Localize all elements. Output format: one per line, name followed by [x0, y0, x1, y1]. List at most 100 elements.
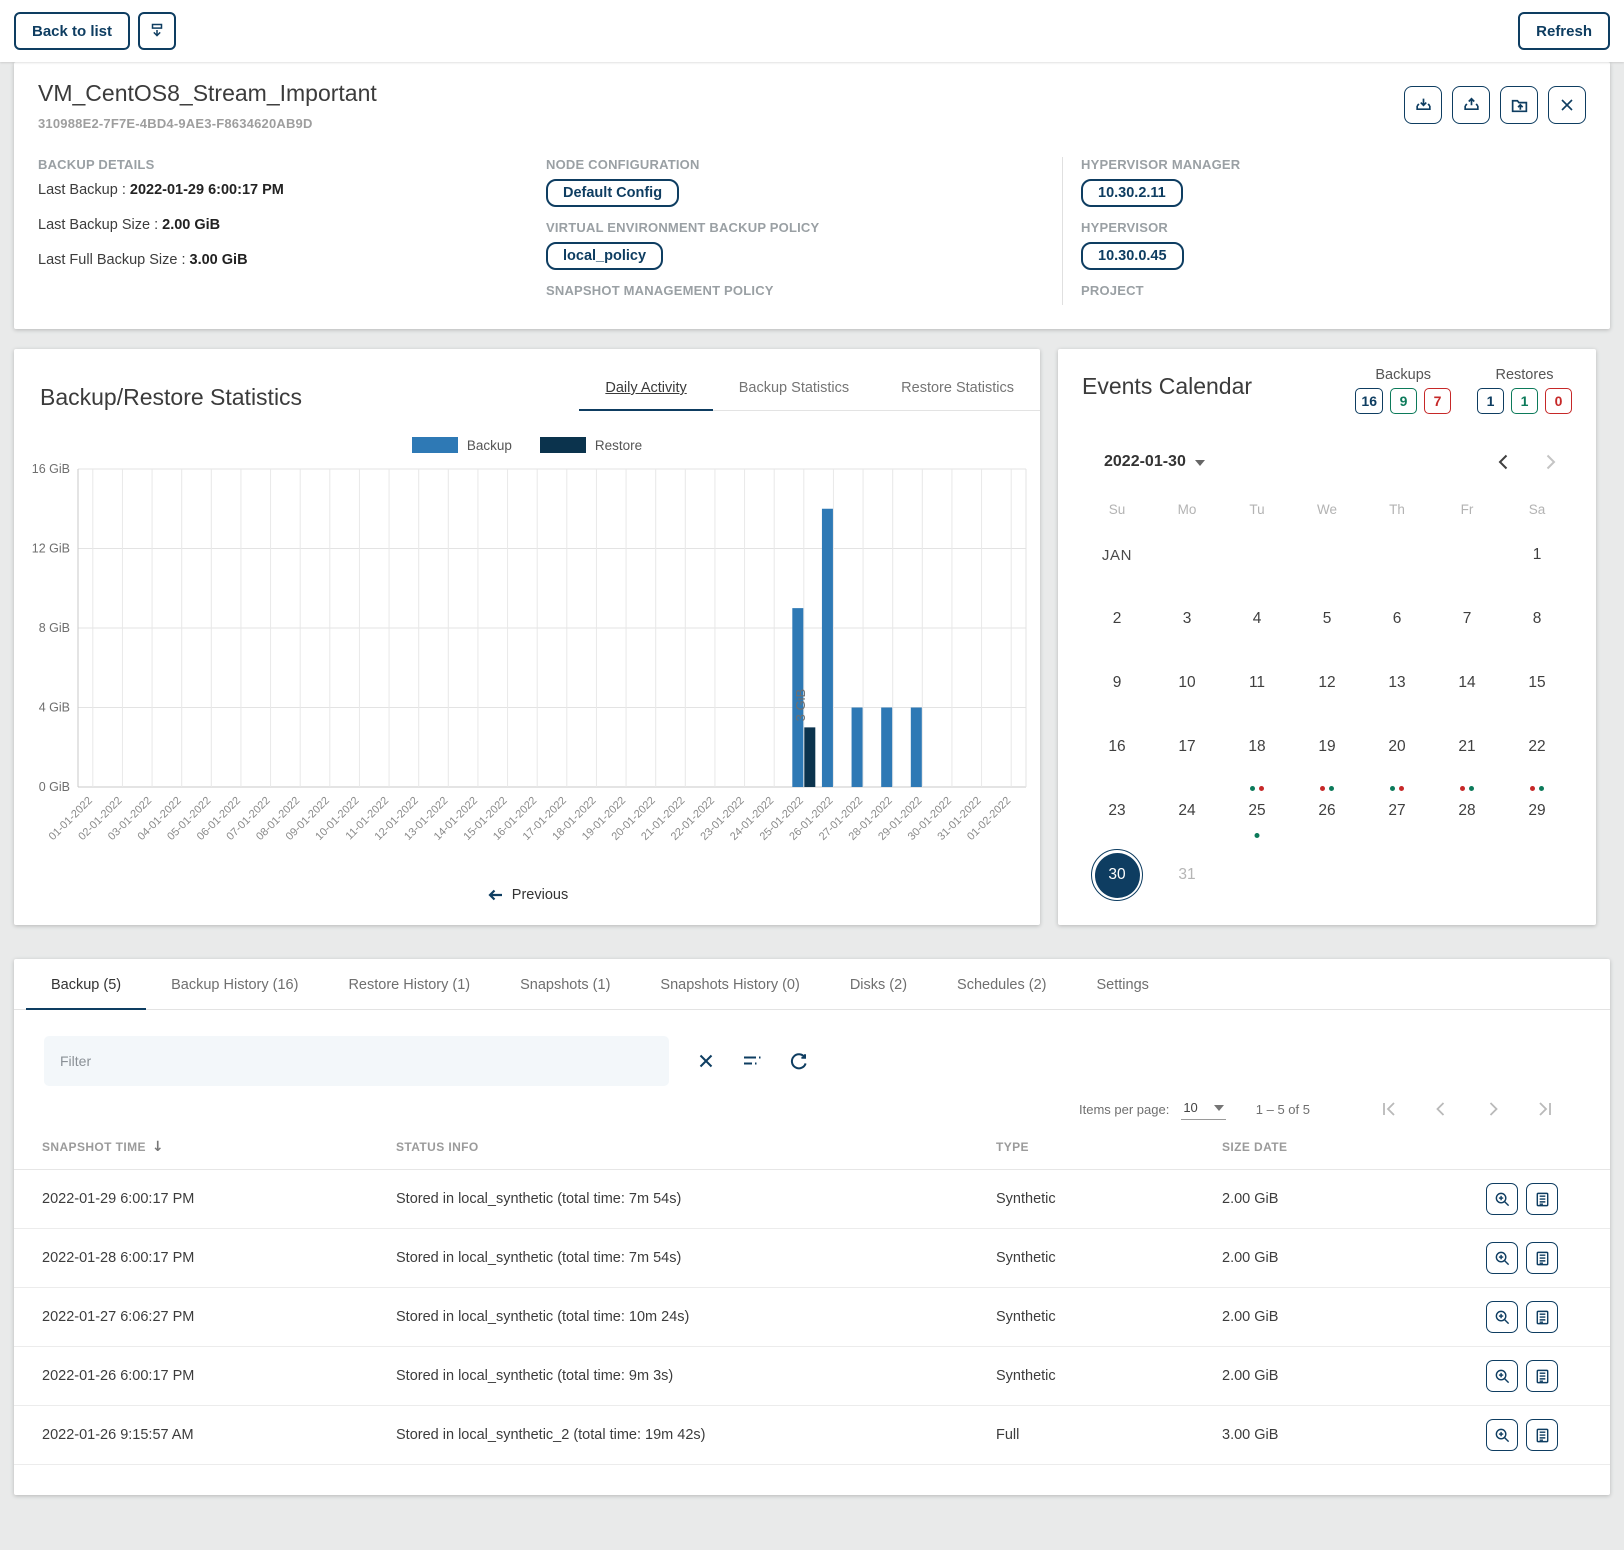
backup-details-button[interactable]	[1526, 1242, 1558, 1274]
event-dot-red	[1320, 786, 1325, 791]
report-icon	[1534, 1250, 1551, 1267]
calendar-day-29[interactable]: 29	[1502, 779, 1572, 843]
items-per-page-select[interactable]: 10	[1181, 1098, 1225, 1120]
tab-settings[interactable]: Settings	[1072, 959, 1174, 1010]
event-dots-top	[1320, 786, 1334, 791]
inspect-backup-button[interactable]	[1486, 1419, 1518, 1451]
calendar-empty-cell	[1432, 843, 1502, 907]
inspect-backup-button[interactable]	[1486, 1360, 1518, 1392]
cell-status-info: Stored in local_synthetic (total time: 7…	[396, 1191, 996, 1207]
tab-snapshots-1[interactable]: Snapshots (1)	[495, 959, 635, 1010]
tab-restore-history-1[interactable]: Restore History (1)	[323, 959, 495, 1010]
config-chip[interactable]: local_policy	[546, 242, 663, 270]
calendar-day-14[interactable]: 14	[1432, 651, 1502, 715]
chart-tab-backup-statistics[interactable]: Backup Statistics	[713, 365, 875, 411]
backup-details-button[interactable]	[1526, 1360, 1558, 1392]
first-page-button[interactable]	[1376, 1096, 1402, 1122]
calendar-day-31[interactable]: 31	[1152, 843, 1222, 907]
calendar-day-23[interactable]: 23	[1082, 779, 1152, 843]
event-dot-green	[1469, 786, 1474, 791]
calendar-day-27[interactable]: 27	[1362, 779, 1432, 843]
calendar-day-4[interactable]: 4	[1222, 587, 1292, 651]
previous-button[interactable]: Previous	[14, 887, 1040, 903]
calendar-day-22[interactable]: 22	[1502, 715, 1572, 779]
refresh-table-button[interactable]	[785, 1048, 811, 1074]
calendar-day-9[interactable]: 9	[1082, 651, 1152, 715]
counter-group-backups: Backups1697	[1355, 367, 1451, 414]
collapse-button[interactable]	[138, 12, 176, 50]
tab-schedules-2[interactable]: Schedules (2)	[932, 959, 1071, 1010]
tab-backup-history-16[interactable]: Backup History (16)	[146, 959, 323, 1010]
config-chip[interactable]: Default Config	[546, 179, 679, 207]
svg-text:8 GiB: 8 GiB	[39, 621, 70, 635]
calendar-day-8[interactable]: 8	[1502, 587, 1572, 651]
chart-tab-restore-statistics[interactable]: Restore Statistics	[875, 365, 1040, 411]
config-chip[interactable]: 10.30.2.11	[1081, 179, 1183, 207]
calendar-day-11[interactable]: 11	[1222, 651, 1292, 715]
inspect-backup-button[interactable]	[1486, 1301, 1518, 1333]
next-page-button[interactable]	[1480, 1096, 1506, 1122]
calendar-day-6[interactable]: 6	[1362, 587, 1432, 651]
column-header-label: STATUS INFO	[396, 1140, 479, 1154]
row-actions	[1462, 1242, 1610, 1274]
calendar-day-10[interactable]: 10	[1152, 651, 1222, 715]
previous-page-button[interactable]	[1428, 1096, 1454, 1122]
svg-text:12 GiB: 12 GiB	[32, 542, 70, 556]
events-calendar-card: Events Calendar Backups1697Restores110 2…	[1058, 349, 1596, 925]
calendar-day-28[interactable]: 28	[1432, 779, 1502, 843]
calendar-day-19[interactable]: 19	[1292, 715, 1362, 779]
cell-snapshot-time: 2022-01-26 6:00:17 PM	[42, 1368, 396, 1384]
calendar-day-3[interactable]: 3	[1152, 587, 1222, 651]
calendar-next-button[interactable]	[1534, 446, 1566, 478]
calendar-date-select[interactable]: 2022-01-30	[1104, 453, 1205, 471]
calendar-prev-button[interactable]	[1488, 446, 1520, 478]
calendar-day-13[interactable]: 13	[1362, 651, 1432, 715]
backup-details-button[interactable]	[1526, 1301, 1558, 1333]
config-section: NODE CONFIGURATIONDefault Config	[546, 157, 1062, 216]
calendar-day-headers: SuMoTuWeThFrSa	[1082, 502, 1572, 517]
backup-details-button[interactable]	[1526, 1183, 1558, 1215]
remove-button[interactable]	[1548, 86, 1586, 124]
tab-snapshots-history-0[interactable]: Snapshots History (0)	[635, 959, 824, 1010]
refresh-page-button[interactable]: Refresh	[1518, 12, 1610, 50]
daily-activity-bar-chart: 0 GiB4 GiB8 GiB12 GiB16 GiB01-01-202202-…	[14, 455, 1040, 885]
chart-legend: BackupRestore	[14, 437, 1040, 453]
back-to-list-button[interactable]: Back to list	[14, 12, 130, 50]
config-chip[interactable]: 10.30.0.45	[1081, 242, 1184, 270]
event-dots-bottom	[1255, 833, 1260, 838]
calendar-day-15[interactable]: 15	[1502, 651, 1572, 715]
inspect-backup-button[interactable]	[1486, 1183, 1518, 1215]
calendar-day-24[interactable]: 24	[1152, 779, 1222, 843]
last-page-button[interactable]	[1532, 1096, 1558, 1122]
calendar-empty-cell	[1362, 523, 1432, 587]
calendar-day-30[interactable]: 30	[1082, 843, 1152, 907]
calendar-day-16[interactable]: 16	[1082, 715, 1152, 779]
column-header-snapshot-time[interactable]: SNAPSHOT TIME↓	[42, 1139, 396, 1155]
tab-disks-2[interactable]: Disks (2)	[825, 959, 932, 1010]
restore-button[interactable]	[1452, 86, 1490, 124]
calendar-day-12[interactable]: 12	[1292, 651, 1362, 715]
calendar-day-7[interactable]: 7	[1432, 587, 1502, 651]
column-settings-button[interactable]	[739, 1048, 765, 1074]
calendar-day-21[interactable]: 21	[1432, 715, 1502, 779]
calendar-day-2[interactable]: 2	[1082, 587, 1152, 651]
backup-now-button[interactable]	[1404, 86, 1442, 124]
filter-input[interactable]	[44, 1036, 669, 1086]
inspect-backup-button[interactable]	[1486, 1242, 1518, 1274]
calendar-day-5[interactable]: 5	[1292, 587, 1362, 651]
calendar-day-20[interactable]: 20	[1362, 715, 1432, 779]
calendar-day-18[interactable]: 18	[1222, 715, 1292, 779]
chart-tab-daily-activity[interactable]: Daily Activity	[579, 365, 712, 411]
count-badge-red: 7	[1424, 388, 1451, 414]
calendar-empty-cell	[1292, 843, 1362, 907]
page-range-label: 1 – 5 of 5	[1256, 1102, 1310, 1117]
export-button[interactable]	[1500, 86, 1538, 124]
calendar-day-25[interactable]: 25	[1222, 779, 1292, 843]
calendar-day-26[interactable]: 26	[1292, 779, 1362, 843]
sort-desc-icon: ↓	[152, 1139, 164, 1155]
clear-filter-button[interactable]	[693, 1048, 719, 1074]
calendar-day-17[interactable]: 17	[1152, 715, 1222, 779]
backup-details-button[interactable]	[1526, 1419, 1558, 1451]
tab-backup-5[interactable]: Backup (5)	[26, 959, 146, 1010]
calendar-day-1[interactable]: 1	[1502, 523, 1572, 587]
